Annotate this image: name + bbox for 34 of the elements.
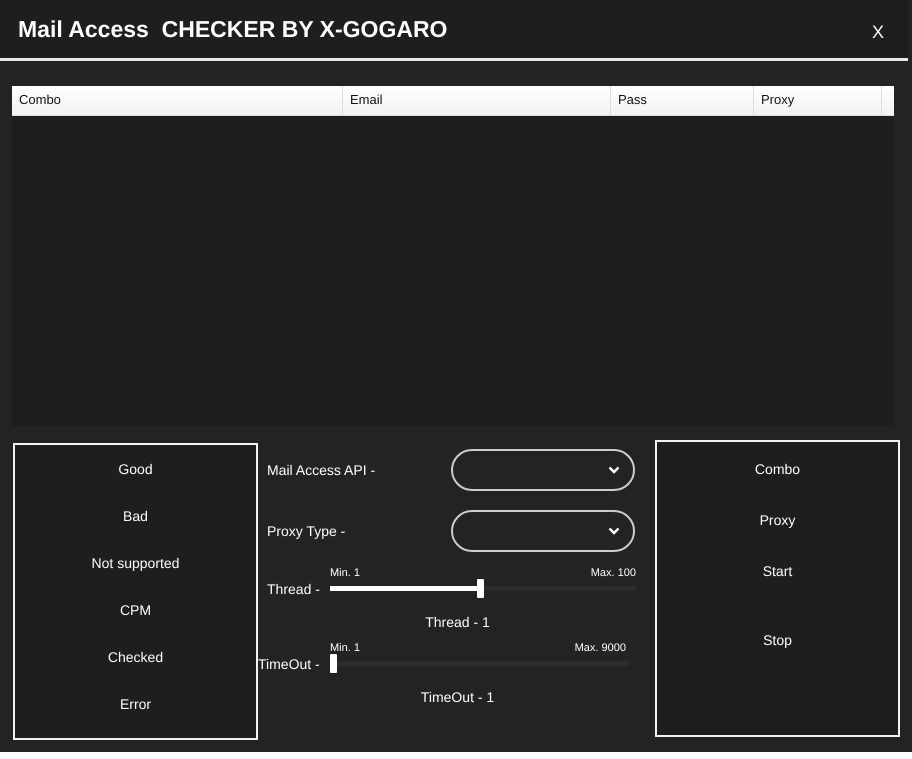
action-button[interactable]: Start (752, 560, 802, 582)
stat-label: Not supported (92, 555, 180, 573)
chevron-down-icon (608, 466, 620, 474)
min-label: Min. 1 (330, 642, 360, 654)
slider[interactable] (330, 654, 629, 673)
slider-thumb[interactable] (330, 654, 337, 673)
column-header[interactable]: Combo (12, 86, 343, 115)
close-button[interactable]: X (866, 20, 890, 44)
action-button[interactable]: Stop (753, 629, 802, 651)
slider-label: Thread - (267, 580, 321, 596)
action-button[interactable]: Combo (744, 458, 810, 480)
field-label: Mail Access API - (267, 462, 376, 478)
stat-label: Error (120, 696, 152, 714)
column-header[interactable]: Proxy (754, 86, 882, 115)
stat-label: Good (118, 461, 153, 479)
slider[interactable] (330, 579, 636, 598)
action-button[interactable]: Proxy (750, 509, 806, 531)
window-title: Mail Access CHECKER BY X-GOGARO (18, 16, 448, 42)
column-header[interactable]: Email (343, 86, 611, 115)
max-label: Max. 100 (590, 567, 636, 579)
field-label: Proxy Type - (267, 522, 346, 538)
chevron-down-icon (608, 526, 620, 534)
slider-label: TimeOut - (258, 656, 321, 672)
stat-label: Checked (108, 649, 164, 667)
column-header[interactable]: Pass (611, 86, 754, 115)
slider-reading: Thread - 1 (425, 614, 490, 630)
slider-thumb[interactable] (476, 579, 484, 598)
dropdown[interactable] (451, 448, 635, 490)
stat-label: Bad (123, 508, 148, 526)
min-label: Min. 1 (330, 567, 360, 579)
max-label: Max. 9000 (574, 642, 626, 654)
slider-reading: TimeOut - 1 (420, 689, 494, 705)
dropdown[interactable] (451, 510, 635, 552)
stat-label: CPM (120, 602, 152, 620)
